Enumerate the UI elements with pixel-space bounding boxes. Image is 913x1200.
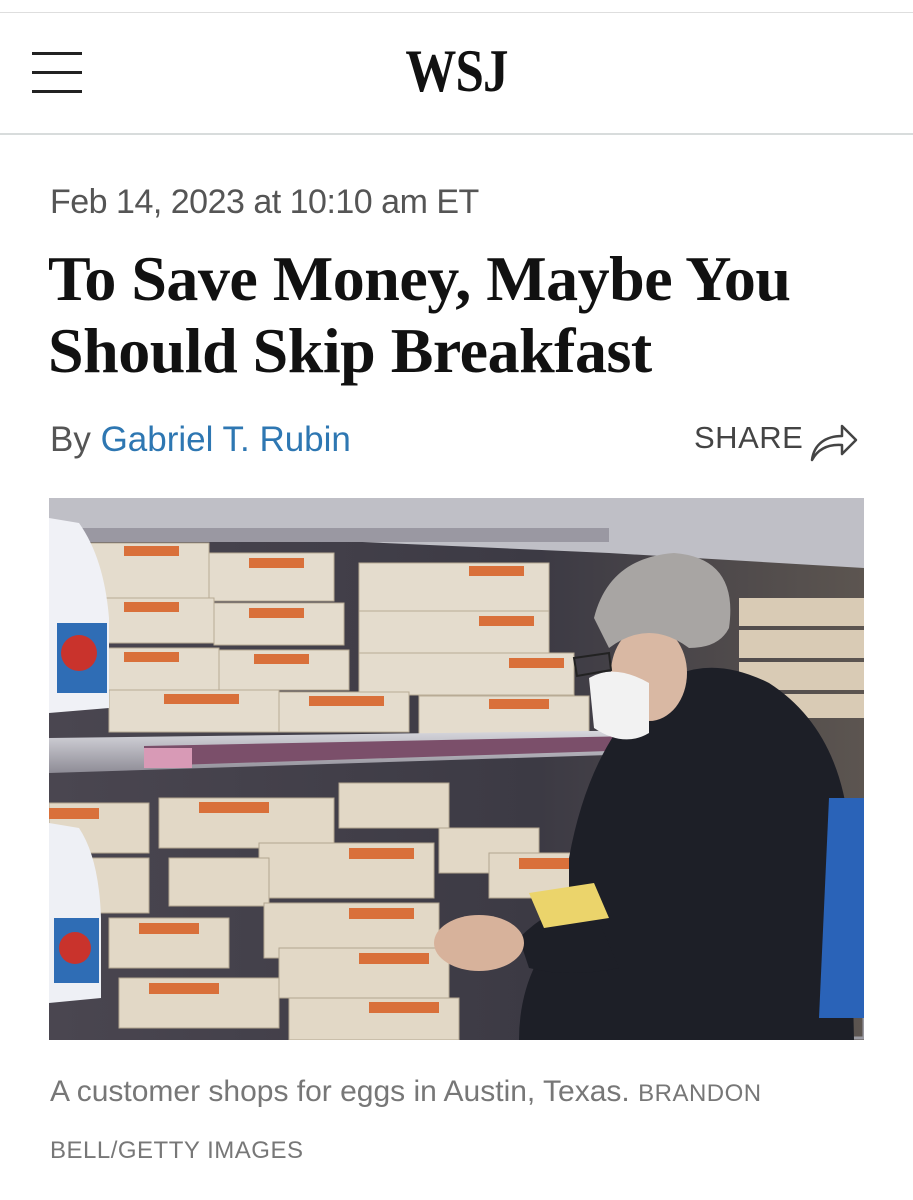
egg-aisle-illustration (49, 498, 864, 1040)
caption-text: A customer shops for eggs in Austin, Tex… (50, 1075, 630, 1108)
byline-prefix: By (50, 420, 101, 459)
share-label: SHARE (694, 420, 804, 455)
article-photo (49, 498, 864, 1040)
byline: By Gabriel T. Rubin (50, 420, 351, 460)
author-link[interactable]: Gabriel T. Rubin (101, 420, 351, 459)
wsj-logo[interactable]: WSJ (68, 38, 844, 104)
share-arrow-icon (810, 424, 858, 462)
article-headline: To Save Money, Maybe You Should Skip Bre… (48, 243, 791, 386)
article-date: Feb 14, 2023 at 10:10 am ET (50, 183, 479, 221)
site-header: WSJ (0, 12, 913, 135)
share-button[interactable]: SHARE (694, 420, 858, 468)
photo-caption: A customer shops for eggs in Austin, Tex… (50, 1064, 870, 1178)
